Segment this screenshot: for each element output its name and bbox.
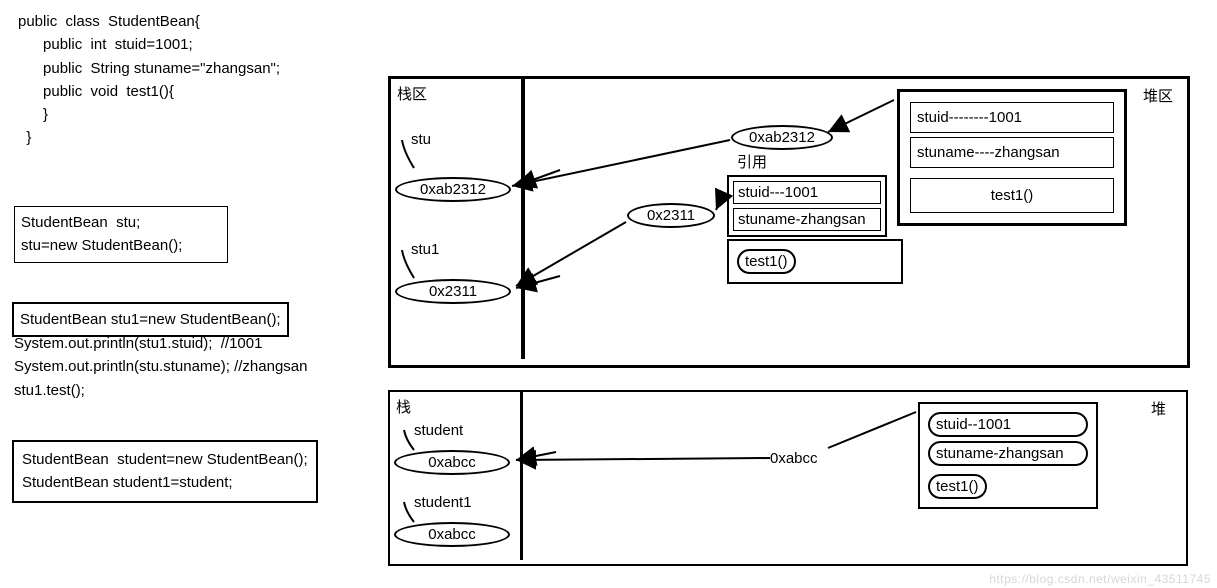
code-line: } <box>18 126 280 149</box>
code-line: StudentBean student1=student; <box>22 471 308 494</box>
heap-label: 堆区 <box>1143 85 1173 106</box>
ref-addr: 0xab2312 <box>731 125 833 150</box>
code-line: stu1.test(); <box>14 379 307 402</box>
obj-method: test1() <box>910 178 1114 213</box>
student1-name: student1 <box>414 494 472 511</box>
object-large: stuid--------1001 stuname----zhangsan te… <box>897 89 1127 226</box>
student-addr: 0xabcc <box>394 450 510 475</box>
obj-field: stuid--1001 <box>928 412 1088 437</box>
code-line: System.out.println(stu1.stuid); //1001 <box>14 332 307 355</box>
object: stuid--1001 stuname-zhangsan test1() <box>918 402 1098 509</box>
code-class-def: public class StudentBean{ public int stu… <box>18 10 280 150</box>
code-line: StudentBean student=new StudentBean(); <box>22 448 308 471</box>
diagram-bottom: 栈 堆 student 0xabcc student1 0xabcc 0xabc… <box>388 390 1188 566</box>
obj-field: stuid--------1001 <box>910 102 1114 133</box>
obj-method: test1() <box>928 474 987 499</box>
obj-field: stuname-zhangsan <box>733 208 881 231</box>
code-line: stu=new StudentBean(); <box>21 234 221 257</box>
code-mid-lines: System.out.println(stu1.stuid); //1001 S… <box>14 332 307 402</box>
code-line: public int stuid=1001; <box>18 33 280 56</box>
code-line: StudentBean stu1=new StudentBean(); <box>20 308 281 331</box>
code-box-stu: StudentBean stu; stu=new StudentBean(); <box>14 206 228 263</box>
stu1-name: stu1 <box>411 241 439 258</box>
code-line: System.out.println(stu.stuname); //zhang… <box>14 355 307 378</box>
obj-field: stuid---1001 <box>733 181 881 204</box>
code-line: public class StudentBean{ <box>18 10 280 33</box>
student-name: student <box>414 422 463 439</box>
stu-addr: 0xab2312 <box>395 177 511 202</box>
object-small: stuid---1001 stuname-zhangsan <box>727 175 887 237</box>
code-line: } <box>18 103 280 126</box>
obj-method: test1() <box>737 249 796 274</box>
obj-field: stuname-zhangsan <box>928 441 1088 466</box>
student1-addr: 0xabcc <box>394 522 510 547</box>
mid-addr: 0x2311 <box>627 203 715 228</box>
ref-label: 引用 <box>737 151 767 172</box>
diagram-top: 栈区 堆区 stu 0xab2312 stu1 0x2311 0xab2312 … <box>388 76 1190 368</box>
stack-label: 栈区 <box>397 83 427 104</box>
stu1-addr: 0x2311 <box>395 279 511 304</box>
stack-divider <box>521 79 525 359</box>
code-line: StudentBean stu; <box>21 211 221 234</box>
stack-label: 栈 <box>396 396 411 417</box>
heap-label: 堆 <box>1151 398 1166 419</box>
stu-name: stu <box>411 131 431 148</box>
code-line: public String stuname="zhangsan"; <box>18 57 280 80</box>
object-small-method: test1() <box>727 239 903 284</box>
obj-field: stuname----zhangsan <box>910 137 1114 168</box>
code-box-student: StudentBean student=new StudentBean(); S… <box>12 440 318 503</box>
watermark: https://blog.csdn.net/weixin_43511745 <box>989 572 1211 586</box>
code-line: public void test1(){ <box>18 80 280 103</box>
stack-divider <box>520 392 523 560</box>
mid-addr: 0xabcc <box>770 450 818 467</box>
